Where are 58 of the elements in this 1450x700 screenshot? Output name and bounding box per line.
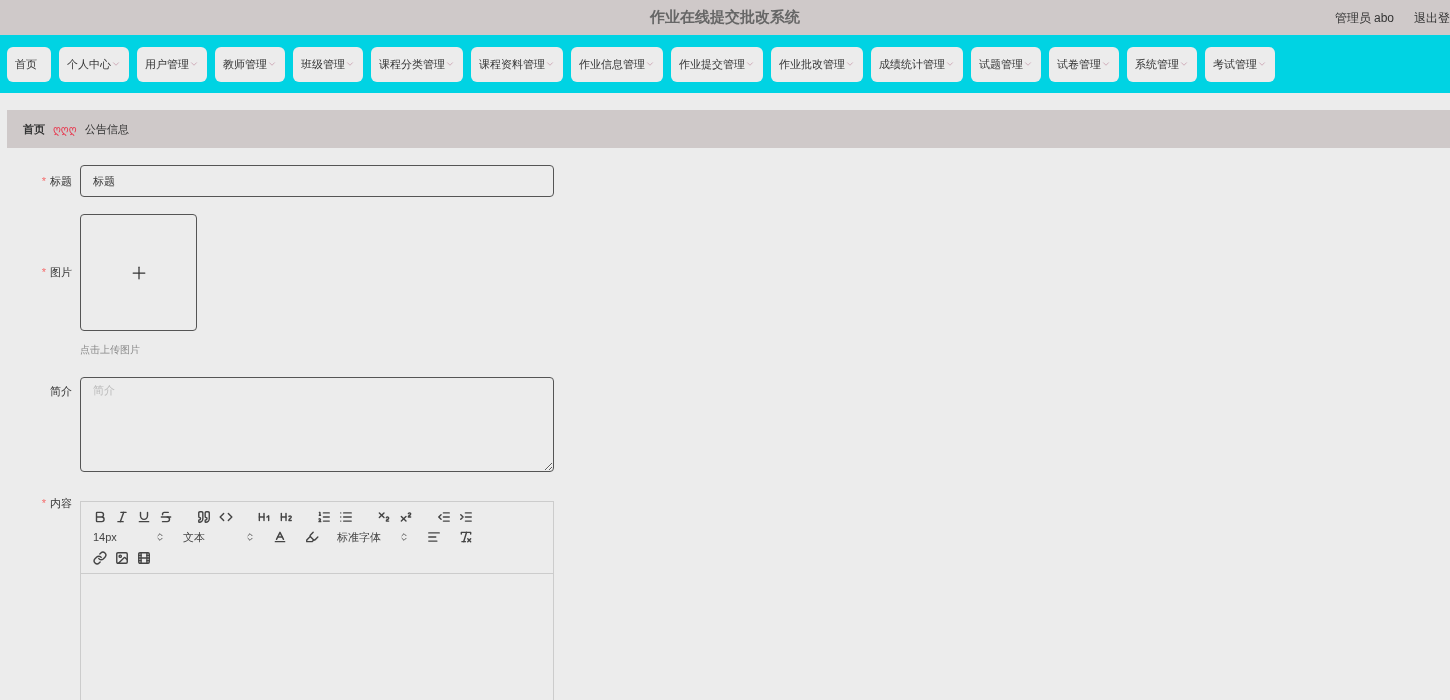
strikethrough-icon[interactable]: [159, 510, 173, 524]
underline-icon[interactable]: [137, 510, 151, 524]
superscript-icon[interactable]: [399, 510, 413, 524]
system-title: 作业在线提交批改系统: [650, 7, 800, 28]
outdent-icon[interactable]: [437, 510, 451, 524]
up-down-icon: [155, 532, 165, 543]
nav-menu-item[interactable]: 系统管理: [1127, 46, 1197, 82]
nav-menu-item[interactable]: 班级管理: [293, 46, 363, 82]
nav-menu-item[interactable]: 作业信息管理: [571, 46, 663, 82]
nav-menu-item[interactable]: 成绩统计管理: [871, 46, 963, 82]
subscript-icon[interactable]: [377, 510, 391, 524]
link-icon[interactable]: [93, 550, 107, 565]
align-left-icon[interactable]: [427, 530, 441, 545]
breadcrumb-home[interactable]: 首页: [23, 120, 45, 138]
required-mark: *: [41, 496, 46, 511]
dropdown-select[interactable]: 标准字体: [337, 529, 409, 546]
nav-menu-item[interactable]: 用户管理: [137, 46, 207, 82]
highlight-icon[interactable]: [305, 530, 319, 545]
nav-menu-item[interactable]: 作业提交管理: [671, 46, 763, 82]
required-mark: *: [41, 173, 46, 189]
image-upload-box[interactable]: [80, 214, 197, 331]
up-down-icon: [245, 532, 255, 543]
bullet-list-icon[interactable]: [339, 510, 353, 524]
nav-menu-item[interactable]: 个人中心: [59, 46, 129, 82]
dropdown-select[interactable]: 文本: [183, 529, 255, 546]
video-icon[interactable]: [137, 550, 151, 565]
nav-menu-item[interactable]: 作业批改管理: [771, 46, 863, 82]
dropdown-select[interactable]: 14px: [93, 529, 165, 546]
nav-menu-item[interactable]: 考试管理: [1205, 46, 1275, 82]
breadcrumb-separator: ღღღ: [53, 122, 77, 137]
nav-menu-item[interactable]: 教师管理: [215, 46, 285, 82]
nav-menu-item[interactable]: 首页: [7, 46, 51, 82]
heading-two-icon[interactable]: [279, 510, 293, 524]
quote-icon[interactable]: [197, 510, 211, 524]
ordered-list-icon[interactable]: [317, 510, 331, 524]
logout-link[interactable]: 退出登: [1414, 8, 1450, 27]
code-icon[interactable]: [219, 510, 233, 524]
admin-user: 管理员 abo: [1334, 9, 1394, 27]
field-label: 图片: [50, 265, 72, 281]
field-label: 内容: [50, 496, 72, 511]
breadcrumb-current: 公告信息: [84, 121, 129, 137]
heading-one-icon[interactable]: [257, 510, 271, 524]
clear-format-icon[interactable]: [459, 530, 473, 545]
nav-menu-item[interactable]: 课程资料管理: [471, 46, 563, 82]
nav-menu-item[interactable]: 课程分类管理: [371, 46, 463, 82]
image-icon[interactable]: [115, 550, 129, 565]
required-mark: *: [41, 265, 46, 281]
text-color-icon[interactable]: [273, 530, 287, 545]
field-label: 简介: [50, 384, 72, 399]
indent-icon[interactable]: [459, 510, 473, 524]
nav-menu-item[interactable]: 试题管理: [971, 46, 1041, 82]
bold-icon[interactable]: [93, 510, 107, 524]
italic-icon[interactable]: [115, 510, 129, 524]
field-label: 标题: [50, 173, 72, 189]
title-input[interactable]: 标题: [80, 165, 554, 197]
nav-menu-item[interactable]: 试卷管理: [1049, 46, 1119, 82]
upload-hint: 点击上传图片: [80, 343, 141, 357]
up-down-icon: [399, 532, 409, 543]
